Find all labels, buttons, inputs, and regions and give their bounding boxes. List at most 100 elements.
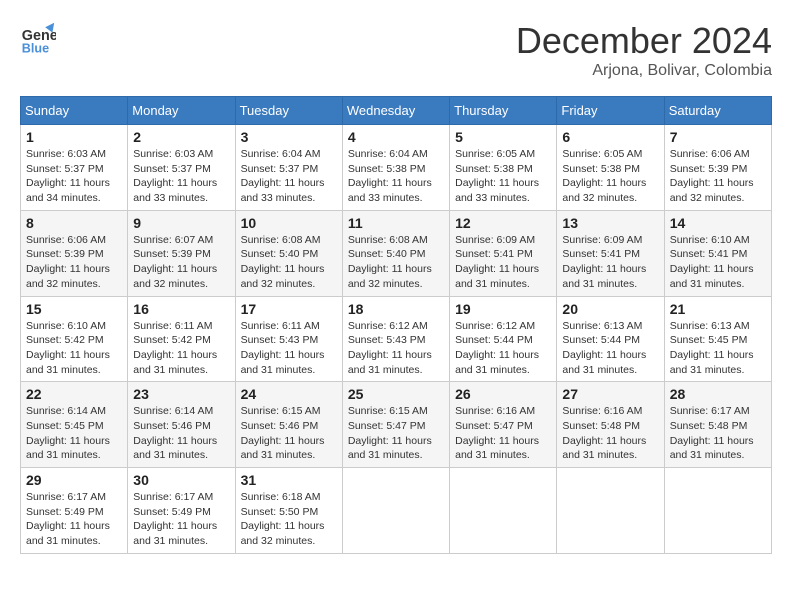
calendar-cell: 24 Sunrise: 6:15 AMSunset: 5:46 PMDaylig…: [235, 382, 342, 468]
calendar-cell: 9 Sunrise: 6:07 AMSunset: 5:39 PMDayligh…: [128, 210, 235, 296]
calendar-week-1: 1 Sunrise: 6:03 AMSunset: 5:37 PMDayligh…: [21, 125, 772, 211]
day-number: 14: [670, 215, 766, 231]
day-number: 2: [133, 129, 229, 145]
calendar-cell: 26 Sunrise: 6:16 AMSunset: 5:47 PMDaylig…: [450, 382, 557, 468]
day-info: Sunrise: 6:17 AMSunset: 5:48 PMDaylight:…: [670, 404, 766, 463]
calendar-cell: 21 Sunrise: 6:13 AMSunset: 5:45 PMDaylig…: [664, 296, 771, 382]
svg-text:Blue: Blue: [22, 41, 49, 55]
calendar-cell: 30 Sunrise: 6:17 AMSunset: 5:49 PMDaylig…: [128, 468, 235, 554]
day-number: 17: [241, 301, 337, 317]
day-number: 18: [348, 301, 444, 317]
calendar-cell: 5 Sunrise: 6:05 AMSunset: 5:38 PMDayligh…: [450, 125, 557, 211]
calendar-cell: 20 Sunrise: 6:13 AMSunset: 5:44 PMDaylig…: [557, 296, 664, 382]
calendar-cell: 23 Sunrise: 6:14 AMSunset: 5:46 PMDaylig…: [128, 382, 235, 468]
day-number: 19: [455, 301, 551, 317]
day-info: Sunrise: 6:11 AMSunset: 5:43 PMDaylight:…: [241, 319, 337, 378]
day-number: 20: [562, 301, 658, 317]
weekday-header-saturday: Saturday: [664, 97, 771, 125]
calendar-cell: 8 Sunrise: 6:06 AMSunset: 5:39 PMDayligh…: [21, 210, 128, 296]
day-number: 5: [455, 129, 551, 145]
day-info: Sunrise: 6:12 AMSunset: 5:44 PMDaylight:…: [455, 319, 551, 378]
day-number: 28: [670, 386, 766, 402]
calendar-cell: 25 Sunrise: 6:15 AMSunset: 5:47 PMDaylig…: [342, 382, 449, 468]
calendar-cell: 11 Sunrise: 6:08 AMSunset: 5:40 PMDaylig…: [342, 210, 449, 296]
day-number: 22: [26, 386, 122, 402]
day-info: Sunrise: 6:05 AMSunset: 5:38 PMDaylight:…: [455, 147, 551, 206]
calendar-cell: 6 Sunrise: 6:05 AMSunset: 5:38 PMDayligh…: [557, 125, 664, 211]
calendar-cell: 28 Sunrise: 6:17 AMSunset: 5:48 PMDaylig…: [664, 382, 771, 468]
day-number: 3: [241, 129, 337, 145]
day-info: Sunrise: 6:04 AMSunset: 5:37 PMDaylight:…: [241, 147, 337, 206]
day-number: 4: [348, 129, 444, 145]
day-info: Sunrise: 6:10 AMSunset: 5:42 PMDaylight:…: [26, 319, 122, 378]
calendar-cell: [342, 468, 449, 554]
calendar-table: SundayMondayTuesdayWednesdayThursdayFrid…: [20, 96, 772, 554]
day-number: 1: [26, 129, 122, 145]
weekday-header-thursday: Thursday: [450, 97, 557, 125]
calendar-week-2: 8 Sunrise: 6:06 AMSunset: 5:39 PMDayligh…: [21, 210, 772, 296]
location-subtitle: Arjona, Bolivar, Colombia: [516, 62, 772, 80]
calendar-cell: 15 Sunrise: 6:10 AMSunset: 5:42 PMDaylig…: [21, 296, 128, 382]
day-info: Sunrise: 6:17 AMSunset: 5:49 PMDaylight:…: [26, 490, 122, 549]
day-number: 21: [670, 301, 766, 317]
calendar-cell: 29 Sunrise: 6:17 AMSunset: 5:49 PMDaylig…: [21, 468, 128, 554]
calendar-cell: 1 Sunrise: 6:03 AMSunset: 5:37 PMDayligh…: [21, 125, 128, 211]
day-number: 13: [562, 215, 658, 231]
calendar-week-4: 22 Sunrise: 6:14 AMSunset: 5:45 PMDaylig…: [21, 382, 772, 468]
day-info: Sunrise: 6:13 AMSunset: 5:44 PMDaylight:…: [562, 319, 658, 378]
day-number: 7: [670, 129, 766, 145]
day-info: Sunrise: 6:09 AMSunset: 5:41 PMDaylight:…: [562, 233, 658, 292]
day-info: Sunrise: 6:17 AMSunset: 5:49 PMDaylight:…: [133, 490, 229, 549]
day-info: Sunrise: 6:09 AMSunset: 5:41 PMDaylight:…: [455, 233, 551, 292]
day-info: Sunrise: 6:07 AMSunset: 5:39 PMDaylight:…: [133, 233, 229, 292]
day-number: 25: [348, 386, 444, 402]
calendar-cell: 31 Sunrise: 6:18 AMSunset: 5:50 PMDaylig…: [235, 468, 342, 554]
logo-icon: General Blue: [20, 20, 56, 56]
day-info: Sunrise: 6:16 AMSunset: 5:48 PMDaylight:…: [562, 404, 658, 463]
calendar-cell: 12 Sunrise: 6:09 AMSunset: 5:41 PMDaylig…: [450, 210, 557, 296]
day-number: 15: [26, 301, 122, 317]
day-number: 9: [133, 215, 229, 231]
weekday-header-wednesday: Wednesday: [342, 97, 449, 125]
calendar-cell: 2 Sunrise: 6:03 AMSunset: 5:37 PMDayligh…: [128, 125, 235, 211]
day-info: Sunrise: 6:08 AMSunset: 5:40 PMDaylight:…: [241, 233, 337, 292]
day-number: 11: [348, 215, 444, 231]
title-block: December 2024 Arjona, Bolivar, Colombia: [516, 20, 772, 80]
weekday-header-sunday: Sunday: [21, 97, 128, 125]
day-number: 29: [26, 472, 122, 488]
day-number: 10: [241, 215, 337, 231]
day-number: 16: [133, 301, 229, 317]
day-info: Sunrise: 6:18 AMSunset: 5:50 PMDaylight:…: [241, 490, 337, 549]
calendar-cell: 4 Sunrise: 6:04 AMSunset: 5:38 PMDayligh…: [342, 125, 449, 211]
day-info: Sunrise: 6:04 AMSunset: 5:38 PMDaylight:…: [348, 147, 444, 206]
calendar-cell: 18 Sunrise: 6:12 AMSunset: 5:43 PMDaylig…: [342, 296, 449, 382]
month-year-title: December 2024: [516, 20, 772, 62]
calendar-cell: 10 Sunrise: 6:08 AMSunset: 5:40 PMDaylig…: [235, 210, 342, 296]
day-info: Sunrise: 6:06 AMSunset: 5:39 PMDaylight:…: [670, 147, 766, 206]
calendar-week-3: 15 Sunrise: 6:10 AMSunset: 5:42 PMDaylig…: [21, 296, 772, 382]
day-number: 8: [26, 215, 122, 231]
day-info: Sunrise: 6:08 AMSunset: 5:40 PMDaylight:…: [348, 233, 444, 292]
calendar-cell: 17 Sunrise: 6:11 AMSunset: 5:43 PMDaylig…: [235, 296, 342, 382]
day-info: Sunrise: 6:15 AMSunset: 5:46 PMDaylight:…: [241, 404, 337, 463]
day-info: Sunrise: 6:12 AMSunset: 5:43 PMDaylight:…: [348, 319, 444, 378]
calendar-cell: 13 Sunrise: 6:09 AMSunset: 5:41 PMDaylig…: [557, 210, 664, 296]
day-number: 23: [133, 386, 229, 402]
calendar-week-5: 29 Sunrise: 6:17 AMSunset: 5:49 PMDaylig…: [21, 468, 772, 554]
day-info: Sunrise: 6:06 AMSunset: 5:39 PMDaylight:…: [26, 233, 122, 292]
day-number: 6: [562, 129, 658, 145]
weekday-header-friday: Friday: [557, 97, 664, 125]
day-number: 24: [241, 386, 337, 402]
calendar-cell: 22 Sunrise: 6:14 AMSunset: 5:45 PMDaylig…: [21, 382, 128, 468]
calendar-cell: [664, 468, 771, 554]
calendar-cell: 27 Sunrise: 6:16 AMSunset: 5:48 PMDaylig…: [557, 382, 664, 468]
calendar-cell: 3 Sunrise: 6:04 AMSunset: 5:37 PMDayligh…: [235, 125, 342, 211]
day-info: Sunrise: 6:05 AMSunset: 5:38 PMDaylight:…: [562, 147, 658, 206]
day-number: 27: [562, 386, 658, 402]
day-number: 12: [455, 215, 551, 231]
day-info: Sunrise: 6:15 AMSunset: 5:47 PMDaylight:…: [348, 404, 444, 463]
day-info: Sunrise: 6:11 AMSunset: 5:42 PMDaylight:…: [133, 319, 229, 378]
weekday-header-monday: Monday: [128, 97, 235, 125]
calendar-cell: [557, 468, 664, 554]
day-info: Sunrise: 6:16 AMSunset: 5:47 PMDaylight:…: [455, 404, 551, 463]
